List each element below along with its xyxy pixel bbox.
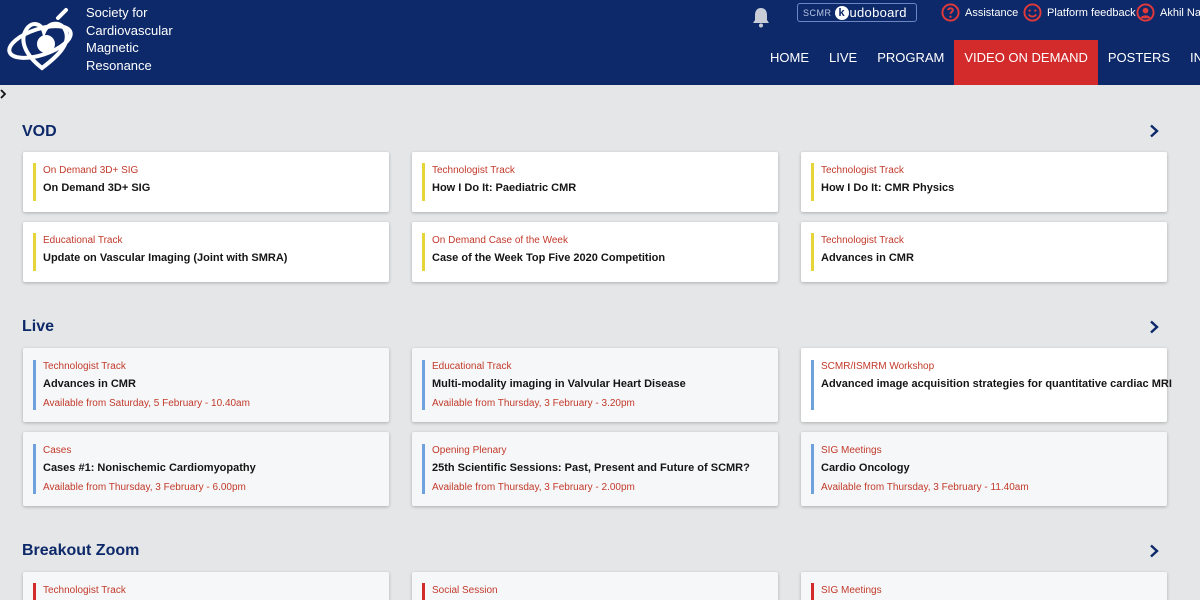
card-accent-bar	[811, 444, 814, 494]
vod-card[interactable]: Technologist Track How I Do It: Paediatr…	[412, 152, 778, 212]
user-avatar-icon	[1136, 3, 1155, 22]
card-track: Technologist Track	[821, 165, 904, 176]
live-card[interactable]: Cases Cases #1: Nonischemic Cardiomyopat…	[23, 432, 389, 506]
card-track: SIG Meetings	[821, 445, 882, 456]
kudoboard-label: udoboard	[849, 5, 907, 20]
user-name: Akhil Narai	[1160, 6, 1200, 19]
help-question-icon	[941, 3, 960, 22]
live-card[interactable]: SIG Meetings Cardio Oncology Available f…	[801, 432, 1167, 506]
card-title: Case of the Week Top Five 2020 Competiti…	[432, 252, 666, 264]
vod-card[interactable]: Technologist Track Advances in CMR	[801, 222, 1167, 282]
card-title: How I Do It: CMR Physics	[821, 182, 955, 194]
card-accent-bar	[33, 583, 36, 600]
org-name-line: Magnetic	[86, 40, 139, 55]
org-name-line: Cardiovascular	[86, 22, 173, 38]
chevron-right-icon[interactable]	[1147, 124, 1161, 138]
card-track: On Demand 3D+ SIG	[43, 165, 139, 176]
card-track: Technologist Track	[43, 585, 126, 596]
vod-card[interactable]: Technologist Track How I Do It: CMR Phys…	[801, 152, 1167, 212]
card-track: Cases	[43, 445, 72, 456]
nav-industry[interactable]: INDUST	[1180, 40, 1200, 85]
card-track: On Demand Case of the Week	[432, 235, 568, 246]
section-title-vod: VOD	[22, 123, 57, 140]
section-title-breakout-zoom: Breakout Zoom	[22, 542, 140, 559]
card-title: On Demand 3D+ SIG	[43, 182, 151, 194]
nav-program[interactable]: PROGRAM	[867, 40, 954, 85]
card-accent-bar	[422, 444, 425, 494]
card-accent-bar	[811, 163, 814, 201]
card-title: Advances in CMR	[43, 378, 136, 390]
card-track: Educational Track	[432, 361, 512, 372]
site-header: Society for Cardiovascular Magnetic Reso…	[0, 0, 1200, 85]
card-accent-bar	[811, 233, 814, 271]
assistance-label: Assistance	[965, 6, 1019, 19]
live-card[interactable]: Educational Track Multi-modality imaging…	[412, 348, 778, 422]
card-availability: Available from Thursday, 3 February - 11…	[821, 482, 1029, 493]
card-accent-bar	[422, 163, 425, 201]
card-availability: Available from Thursday, 3 February - 6.…	[43, 482, 246, 493]
card-title: Multi-modality imaging in Valvular Heart…	[432, 378, 686, 390]
card-accent-bar	[422, 583, 425, 600]
card-accent-bar	[33, 163, 36, 201]
card-track: Technologist Track	[432, 165, 515, 176]
chevron-right-icon[interactable]	[1147, 544, 1161, 558]
card-availability: Available from Thursday, 3 February - 3.…	[432, 398, 635, 409]
card-title: How I Do It: Paediatric CMR	[432, 182, 577, 194]
vod-card[interactable]: On Demand 3D+ SIG On Demand 3D+ SIG	[23, 152, 389, 212]
card-accent-bar	[811, 583, 814, 600]
card-accent-bar	[33, 444, 36, 494]
card-track: Technologist Track	[821, 235, 904, 246]
card-title: Advances in CMR	[821, 252, 914, 264]
card-accent-bar	[422, 233, 425, 271]
card-track: Technologist Track	[43, 361, 126, 372]
kudoboard-button[interactable]: SCMR k udoboard	[797, 3, 917, 22]
card-availability: Available from Thursday, 3 February - 2.…	[432, 482, 635, 493]
kudoboard-k-icon: k	[834, 5, 849, 20]
vod-card[interactable]: On Demand Case of the Week Case of the W…	[412, 222, 778, 282]
card-availability: Available from Saturday, 5 February - 10…	[43, 398, 250, 409]
main-nav: HOME LIVE PROGRAM VIDEO ON DEMAND POSTER…	[760, 40, 1200, 85]
card-title: 25th Scientific Sessions: Past, Present …	[432, 462, 750, 474]
card-track: Educational Track	[43, 235, 123, 246]
kudoboard-prefix: SCMR	[803, 7, 832, 18]
nav-posters[interactable]: POSTERS	[1098, 40, 1180, 85]
section-title-live: Live	[22, 318, 55, 335]
card-track: SIG Meetings	[821, 585, 882, 596]
org-name: Society for Cardiovascular Magnetic Reso…	[86, 4, 206, 74]
chevron-right-icon[interactable]	[1147, 320, 1161, 334]
card-track: SCMR/ISMRM Workshop	[821, 361, 935, 372]
smiley-face-icon	[1023, 3, 1042, 22]
live-card[interactable]: Technologist Track Advances in CMR Avail…	[23, 348, 389, 422]
notification-bell-icon[interactable]	[750, 6, 772, 28]
sidebar-toggle-chevron-icon[interactable]	[0, 89, 6, 99]
org-name-line: Society for	[86, 5, 148, 20]
card-title: Cases #1: Nonischemic Cardiomyopathy	[43, 462, 256, 474]
card-accent-bar	[33, 233, 36, 271]
card-accent-bar	[33, 360, 36, 410]
card-title: Update on Vascular Imaging (Joint with S…	[43, 252, 288, 264]
live-card[interactable]: Opening Plenary 25th Scientific Sessions…	[412, 432, 778, 506]
scmr-logo-icon[interactable]	[6, 6, 78, 74]
card-track: Opening Plenary	[432, 445, 507, 456]
platform-feedback-link[interactable]: Platform feedback	[1023, 3, 1136, 22]
nav-home[interactable]: HOME	[760, 40, 819, 85]
assistance-link[interactable]: Assistance	[941, 3, 1018, 22]
vod-card[interactable]: Educational Track Update on Vascular Ima…	[23, 222, 389, 282]
nav-live[interactable]: LIVE	[819, 40, 867, 85]
breakout-card[interactable]: Social Session	[412, 572, 778, 600]
breakout-card[interactable]: Technologist Track	[23, 572, 389, 600]
card-title: Advanced image acquisition strategies fo…	[821, 378, 1172, 390]
live-card[interactable]: SCMR/ISMRM Workshop Advanced image acqui…	[801, 348, 1172, 422]
card-track: Social Session	[432, 585, 498, 596]
user-menu[interactable]: Akhil Narai	[1136, 3, 1200, 22]
platform-feedback-label: Platform feedback	[1047, 6, 1136, 19]
card-accent-bar	[811, 360, 814, 410]
breakout-card[interactable]: SIG Meetings	[801, 572, 1167, 600]
nav-video-on-demand[interactable]: VIDEO ON DEMAND	[954, 40, 1098, 85]
card-title: Cardio Oncology	[821, 462, 910, 474]
card-accent-bar	[422, 360, 425, 410]
org-name-line: Resonance	[86, 57, 152, 73]
